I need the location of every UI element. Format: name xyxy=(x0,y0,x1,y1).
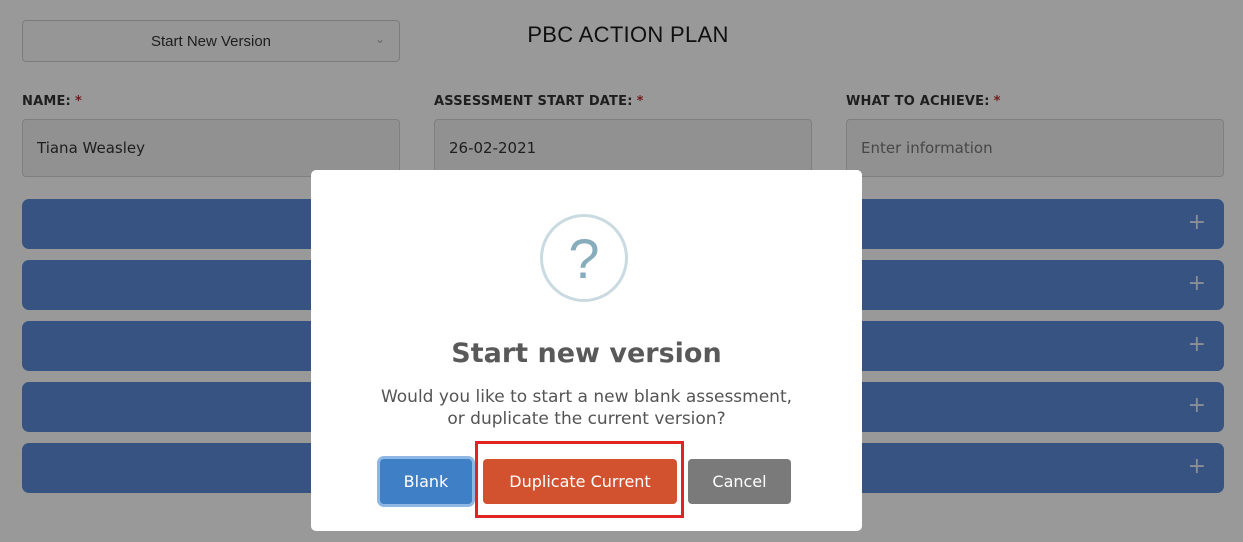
question-icon: ? xyxy=(540,214,628,302)
cancel-button[interactable]: Cancel xyxy=(688,459,791,504)
dialog-title: Start new version xyxy=(451,338,722,369)
highlight-annotation xyxy=(475,441,684,518)
dialog-message-line-1: Would you like to start a new blank asse… xyxy=(380,387,793,407)
dialog-message-line-2: or duplicate the current version? xyxy=(447,409,726,429)
blank-button[interactable]: Blank xyxy=(380,459,472,504)
dialog-message: Would you like to start a new blank asse… xyxy=(341,386,832,430)
